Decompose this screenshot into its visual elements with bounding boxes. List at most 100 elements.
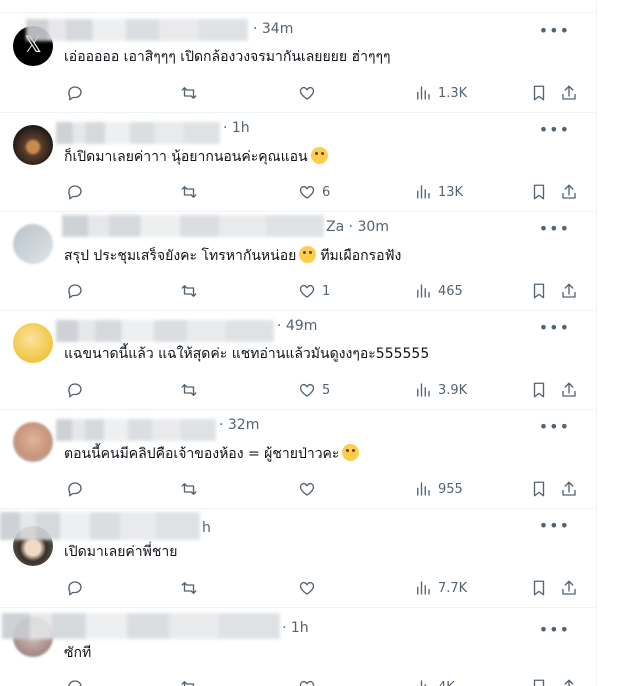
reply-button[interactable] [66,677,84,686]
views-count: 3.9K [438,382,468,398]
retweet-button[interactable] [180,380,198,400]
right-margin [597,0,632,686]
tweet-time[interactable]: · 49m [277,318,317,334]
tweet-time[interactable]: Za · 30m [326,219,389,235]
reply-button[interactable] [66,182,84,202]
views-button[interactable]: 465 [414,281,463,301]
like-button[interactable] [298,677,322,686]
tweet[interactable]: · 32m ••• ตอนนี้คนมีคลิปคือเจ้าของห้อง =… [0,409,596,509]
like-button[interactable]: 6 [298,182,330,202]
avatar[interactable] [13,323,53,363]
tweet-time[interactable]: h [202,520,211,536]
tweet-actions: 1 465 [64,281,584,301]
views-count: 955 [438,481,463,497]
bookmark-button[interactable] [530,281,548,301]
like-button[interactable]: 5 [298,380,330,400]
share-icon [562,184,576,199]
retweet-button[interactable] [180,83,198,103]
tweet-time[interactable]: · 34m [253,21,293,37]
like-button[interactable] [298,578,322,598]
heart-icon [299,482,315,496]
tweet-text: เอ่อออออ เอาสิๆๆๆ เปิดกล้องวงจรมากันเลยย… [64,49,391,65]
bookmark-button[interactable] [530,83,548,103]
share-icon [562,481,576,496]
like-count: 1 [322,283,331,299]
tweet[interactable]: 𝕏 · 34m ••• เอ่อออออ เอาสิๆๆๆ เปิดกล้องว… [0,13,596,113]
tweet-text: ก็เปิดมาเลยค่าาา นุ้อยากนอนค่ะคุณแอน [64,147,328,166]
reply-button[interactable] [66,380,84,400]
tweet[interactable]: Za · 30m ••• สรุป ประชุมเสร็จยังคะ โทรหา… [0,211,596,311]
views-icon [417,185,430,199]
reply-icon [68,581,82,596]
views-icon [417,284,430,298]
retweet-button[interactable] [180,182,198,202]
tweet-text: ตอนนี้คนมีคลิปคือเจ้าของห้อง = ผู้ชายป่า… [64,444,360,463]
more-icon[interactable]: ••• [539,419,570,435]
retweet-icon [181,384,197,396]
laughing-tears-emoji-icon [310,147,328,164]
share-button[interactable] [560,182,578,202]
tweet[interactable]: h ••• เปิดมาเลยค่าพี่ชาย 7.7K [0,508,596,608]
avatar[interactable] [13,224,53,264]
share-button[interactable] [560,281,578,301]
tweet-time[interactable]: · 1h [282,620,309,636]
more-icon[interactable]: ••• [539,122,570,138]
bookmark-button[interactable] [530,182,548,202]
views-button[interactable]: 3.9K [414,380,467,400]
reply-button[interactable] [66,281,84,301]
views-button[interactable]: 4K [414,677,455,686]
retweet-button[interactable] [180,281,198,301]
blurred-author-name [26,19,248,41]
retweet-button[interactable] [180,677,198,686]
tweet-text: ซักที [64,645,92,661]
share-button[interactable] [560,578,578,598]
like-button[interactable] [298,479,322,499]
views-button[interactable]: 7.7K [414,578,467,598]
heart-icon [299,680,315,686]
bookmark-button[interactable] [530,479,548,499]
views-button[interactable]: 1.3K [414,83,467,103]
share-icon [562,85,576,100]
share-button[interactable] [560,83,578,103]
avatar[interactable] [13,125,53,165]
bookmark-icon [533,382,545,398]
views-button[interactable]: 955 [414,479,463,499]
tweet[interactable]: · 1h ••• ซักที 4K [0,607,596,686]
like-button[interactable] [298,83,322,103]
share-button[interactable] [560,380,578,400]
tweet[interactable]: · 49m ••• แฉขนาดนี้แล้ว แฉให้สุดค่ะ แชทอ… [0,310,596,410]
tweet-actions: 7.7K [64,578,584,598]
reply-button[interactable] [66,479,84,499]
share-button[interactable] [560,479,578,499]
like-button[interactable]: 1 [298,281,330,301]
tweet-text: แฉขนาดนี้แล้ว แฉให้สุดค่ะ แชทอ่านแล้วมัน… [64,346,430,362]
share-icon [562,382,576,397]
share-icon [564,679,574,686]
reply-button[interactable] [66,83,84,103]
more-icon[interactable]: ••• [539,622,570,638]
bookmark-button[interactable] [530,578,548,598]
tweet-time[interactable]: · 1h [223,120,250,136]
heart-icon [299,185,315,199]
more-icon[interactable]: ••• [539,221,570,237]
avatar[interactable] [13,422,53,462]
views-button[interactable]: 13K [414,182,463,202]
share-button[interactable] [560,677,578,686]
tweet-text-body: ตอนนี้คนมีคลิปคือเจ้าของห้อง = ผู้ชายป่า… [64,446,340,462]
tweet[interactable]: · 1h ••• ก็เปิดมาเลยค่าาา นุ้อยากนอนค่ะค… [0,112,596,212]
retweet-button[interactable] [180,578,198,598]
bookmark-button[interactable] [530,380,548,400]
more-icon[interactable]: ••• [539,518,570,534]
views-icon [417,581,430,595]
more-icon[interactable]: ••• [539,320,570,336]
retweet-button[interactable] [180,479,198,499]
reply-button[interactable] [66,578,84,598]
tweet-time[interactable]: · 32m [219,417,259,433]
reply-icon [68,284,82,299]
more-icon[interactable]: ••• [539,23,570,39]
reply-icon [68,680,82,686]
views-count: 13K [438,184,464,200]
retweet-icon [181,186,197,198]
like-count: 5 [322,382,331,398]
bookmark-button[interactable] [530,677,548,686]
